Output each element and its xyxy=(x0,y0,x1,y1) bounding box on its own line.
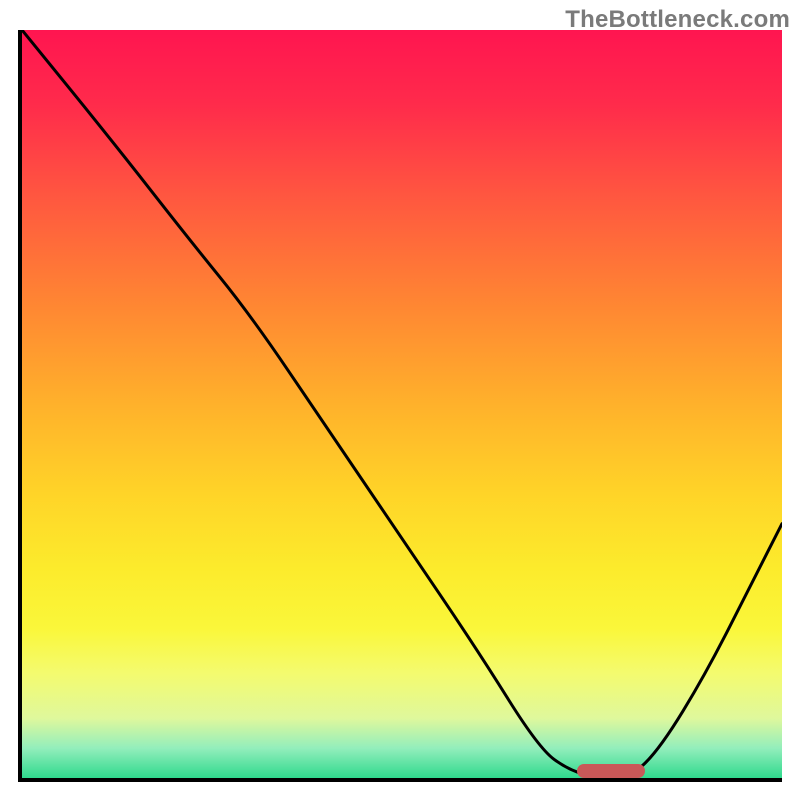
optimal-range-marker xyxy=(577,764,645,778)
watermark-text: TheBottleneck.com xyxy=(565,6,790,34)
chart-container: TheBottleneck.com xyxy=(0,0,800,800)
plot-area xyxy=(18,30,782,782)
bottleneck-curve xyxy=(22,30,782,778)
